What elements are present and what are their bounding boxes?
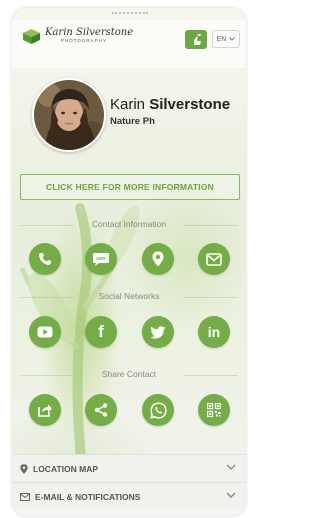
language-code: EN (216, 35, 227, 43)
speaker-notch (112, 12, 148, 15)
youtube-icon (37, 326, 53, 338)
location-button[interactable] (142, 243, 174, 275)
share-hand-icon (193, 33, 201, 45)
qr-code-button[interactable] (198, 394, 230, 426)
phone-frame: Karin Silverstone PHOTOGRAPHY EN Karin S… (12, 8, 246, 516)
qr-code-icon (207, 403, 221, 417)
logo-name: Karin Silverstone (45, 27, 134, 38)
chevron-down-icon (226, 492, 236, 498)
profile-first-name: Karin (110, 96, 146, 113)
share-nodes-icon (94, 403, 108, 417)
email-button[interactable] (198, 243, 230, 275)
top-bar: Karin Silverstone PHOTOGRAPHY (12, 20, 246, 68)
linkedin-button[interactable]: in (198, 316, 230, 348)
share-button[interactable] (185, 30, 207, 49)
phone-button[interactable] (29, 243, 61, 275)
linkedin-icon: in (207, 324, 221, 340)
email-icon (20, 492, 30, 501)
share-nodes-button[interactable] (85, 394, 117, 426)
youtube-button[interactable] (29, 316, 61, 348)
email-icon (206, 252, 222, 266)
facebook-button[interactable]: f (85, 316, 117, 348)
profile-name: Karin Silverstone (110, 96, 230, 113)
logo-cube-icon (22, 28, 41, 45)
share-section-label: Share Contact (12, 369, 246, 379)
phone-icon (39, 253, 51, 265)
sms-button[interactable]: SMS (85, 243, 117, 275)
location-pin-icon (152, 251, 164, 267)
chevron-down-icon (229, 37, 236, 41)
email-notifications-label: E-MAIL & NOTIFICATIONS (35, 491, 141, 502)
whatsapp-button[interactable] (142, 394, 174, 426)
contact-section-label: Contact Information (12, 219, 246, 229)
share-export-icon (37, 404, 52, 417)
profile-avatar (32, 78, 106, 152)
email-notifications-accordion[interactable]: E-MAIL & NOTIFICATIONS (12, 482, 246, 510)
location-map-accordion[interactable]: LOCATION MAP (12, 454, 246, 482)
share-export-button[interactable] (29, 394, 61, 426)
brand-logo[interactable]: Karin Silverstone PHOTOGRAPHY (22, 28, 133, 45)
chevron-down-icon (226, 464, 236, 470)
twitter-button[interactable] (142, 316, 174, 348)
profile-title: Nature Ph (110, 116, 155, 127)
sms-icon: SMS (93, 252, 109, 266)
facebook-icon: f (98, 322, 104, 341)
sms-text: SMS (96, 256, 106, 261)
logo-subtitle: PHOTOGRAPHY (61, 38, 107, 43)
language-selector[interactable]: EN (212, 30, 240, 48)
location-map-label: LOCATION MAP (33, 463, 99, 474)
whatsapp-icon (149, 401, 167, 419)
twitter-icon (150, 325, 166, 339)
profile-last-name: Silverstone (149, 96, 231, 113)
more-information-button[interactable]: CLICK HERE FOR MORE INFORMATION (20, 174, 240, 200)
location-pin-icon (20, 463, 28, 474)
social-section-label: Social Networks (12, 291, 246, 301)
